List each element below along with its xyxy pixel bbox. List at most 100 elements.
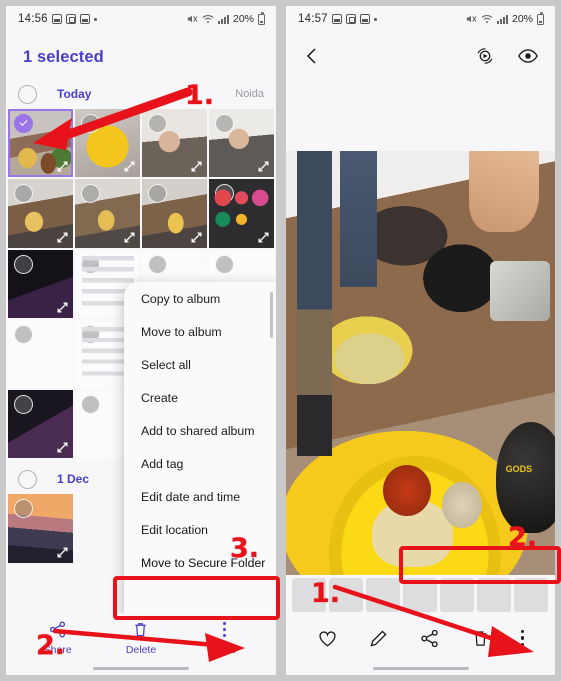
expand-icon <box>57 161 68 172</box>
delete-button[interactable]: Delete <box>99 620 182 656</box>
menu-item-copy-to-album[interactable]: Copy to album <box>124 282 276 315</box>
battery-icon <box>537 12 544 25</box>
photo-detail <box>468 151 539 232</box>
photo-detail <box>296 151 332 457</box>
back-icon[interactable] <box>302 46 322 66</box>
eye-icon[interactable] <box>517 46 539 66</box>
gallery-app-icon <box>51 14 62 24</box>
select-circle-icon[interactable] <box>14 499 33 519</box>
food-photo: GODS <box>286 151 555 575</box>
expand-icon <box>191 231 202 243</box>
photo-thumbnail[interactable] <box>209 179 274 248</box>
annotation-number-left-1: 1. <box>185 80 215 111</box>
home-indicator <box>372 666 469 670</box>
select-circle-icon[interactable] <box>81 324 100 344</box>
expand-icon <box>57 302 68 313</box>
left-phone-screen: 14:56 20% 1 selected Today Noida 1 Dec C… <box>6 6 276 675</box>
expand-icon <box>191 161 202 172</box>
wifi-icon <box>481 15 493 23</box>
wifi-icon <box>202 15 214 23</box>
pencil-icon[interactable] <box>368 628 389 649</box>
section-location: Noida <box>235 88 264 100</box>
menu-item-add-to-shared-album[interactable]: Add to shared album <box>124 414 276 447</box>
trash-icon[interactable] <box>470 628 491 649</box>
menu-item-move-to-album[interactable]: Move to album <box>124 315 276 348</box>
expand-icon <box>124 161 135 172</box>
home-indicator <box>93 666 189 670</box>
photo-thumbnail[interactable] <box>142 109 207 178</box>
right-status-bar: 14:57 20% <box>286 6 555 32</box>
comparison-screenshot: 14:56 20% 1 selected Today Noida 1 Dec C… <box>0 0 561 681</box>
photo-thumbnail[interactable] <box>8 179 73 248</box>
select-circle-icon[interactable] <box>81 114 100 133</box>
menu-item-create[interactable]: Create <box>124 381 276 414</box>
section-header-today: Today Noida <box>6 79 276 109</box>
photo-thumbnail[interactable] <box>8 494 73 563</box>
battery-icon <box>258 12 265 25</box>
more-dots-icon <box>215 620 234 639</box>
select-circle-icon[interactable] <box>81 254 100 274</box>
notification-dot <box>93 17 97 21</box>
page-title: 1 selected <box>23 48 104 66</box>
trash-icon <box>135 623 147 637</box>
select-circle-icon[interactable] <box>81 395 100 414</box>
filmstrip-thumbnail[interactable] <box>366 578 400 612</box>
section-select-checkbox[interactable] <box>18 84 37 104</box>
select-circle-icon[interactable] <box>14 254 33 274</box>
gallery-app-icon <box>359 14 370 24</box>
gallery-app-icon <box>79 14 90 24</box>
share-icon[interactable] <box>419 628 440 649</box>
more-button[interactable]: More <box>183 620 266 656</box>
mute-icon <box>187 15 198 23</box>
section-label: Today <box>57 87 92 101</box>
notification-dot <box>373 17 377 21</box>
photo-thumbnail[interactable] <box>75 179 140 248</box>
motion-photo-icon[interactable] <box>475 46 495 66</box>
delete-label: Delete <box>125 644 157 656</box>
photo-thumbnail[interactable] <box>8 390 73 459</box>
photo-thumbnail[interactable] <box>75 109 140 178</box>
signal-icon <box>217 14 229 24</box>
menu-item-add-tag[interactable]: Add tag <box>124 447 276 480</box>
expand-icon <box>57 231 68 243</box>
annotation-highlight-left-move-to-secure-folder <box>113 576 280 620</box>
expand-icon <box>258 161 269 172</box>
menu-scrollbar[interactable] <box>270 292 273 338</box>
menu-item-select-all[interactable]: Select all <box>124 348 276 381</box>
more-dots-icon[interactable] <box>520 630 524 646</box>
menu-item-edit-date-and-time[interactable]: Edit date and time <box>124 480 276 513</box>
select-circle-icon[interactable] <box>81 184 100 204</box>
gallery-app-icon <box>331 14 342 24</box>
select-circle-icon[interactable] <box>148 114 167 133</box>
select-circle-icon[interactable] <box>14 395 33 414</box>
viewer-top-bar <box>286 32 555 80</box>
select-circle-icon[interactable] <box>14 324 33 344</box>
battery-percent: 20% <box>511 13 533 25</box>
photo-viewer-image[interactable]: GODS <box>286 151 555 575</box>
screenshot-icon <box>65 14 76 24</box>
select-circle-icon[interactable] <box>215 114 234 133</box>
section-label: 1 Dec <box>57 472 90 487</box>
select-circle-icon[interactable] <box>215 254 234 274</box>
expand-icon <box>57 546 68 558</box>
photo-thumbnail[interactable] <box>8 109 73 178</box>
photo-thumbnail[interactable] <box>8 249 73 318</box>
battery-percent: 20% <box>232 13 254 25</box>
checkmark-icon[interactable] <box>14 114 33 133</box>
heart-icon[interactable] <box>317 628 338 649</box>
select-circle-icon[interactable] <box>148 254 167 274</box>
select-circle-icon[interactable] <box>215 184 234 204</box>
select-circle-icon[interactable] <box>14 184 33 204</box>
expand-icon <box>258 231 269 243</box>
status-time: 14:56 <box>18 13 48 25</box>
gallery-context-menu: Copy to album Move to album Select all C… <box>124 282 276 619</box>
photo-thumbnail[interactable] <box>8 319 73 388</box>
section-select-checkbox[interactable] <box>18 469 37 489</box>
select-circle-icon[interactable] <box>148 184 167 204</box>
photo-thumbnail[interactable] <box>209 109 274 178</box>
annotation-number-right-1: 1. <box>311 578 341 609</box>
photo-detail <box>339 151 378 287</box>
mute-icon <box>466 15 477 23</box>
photo-thumbnail[interactable] <box>142 179 207 248</box>
more-label: More <box>212 644 237 656</box>
